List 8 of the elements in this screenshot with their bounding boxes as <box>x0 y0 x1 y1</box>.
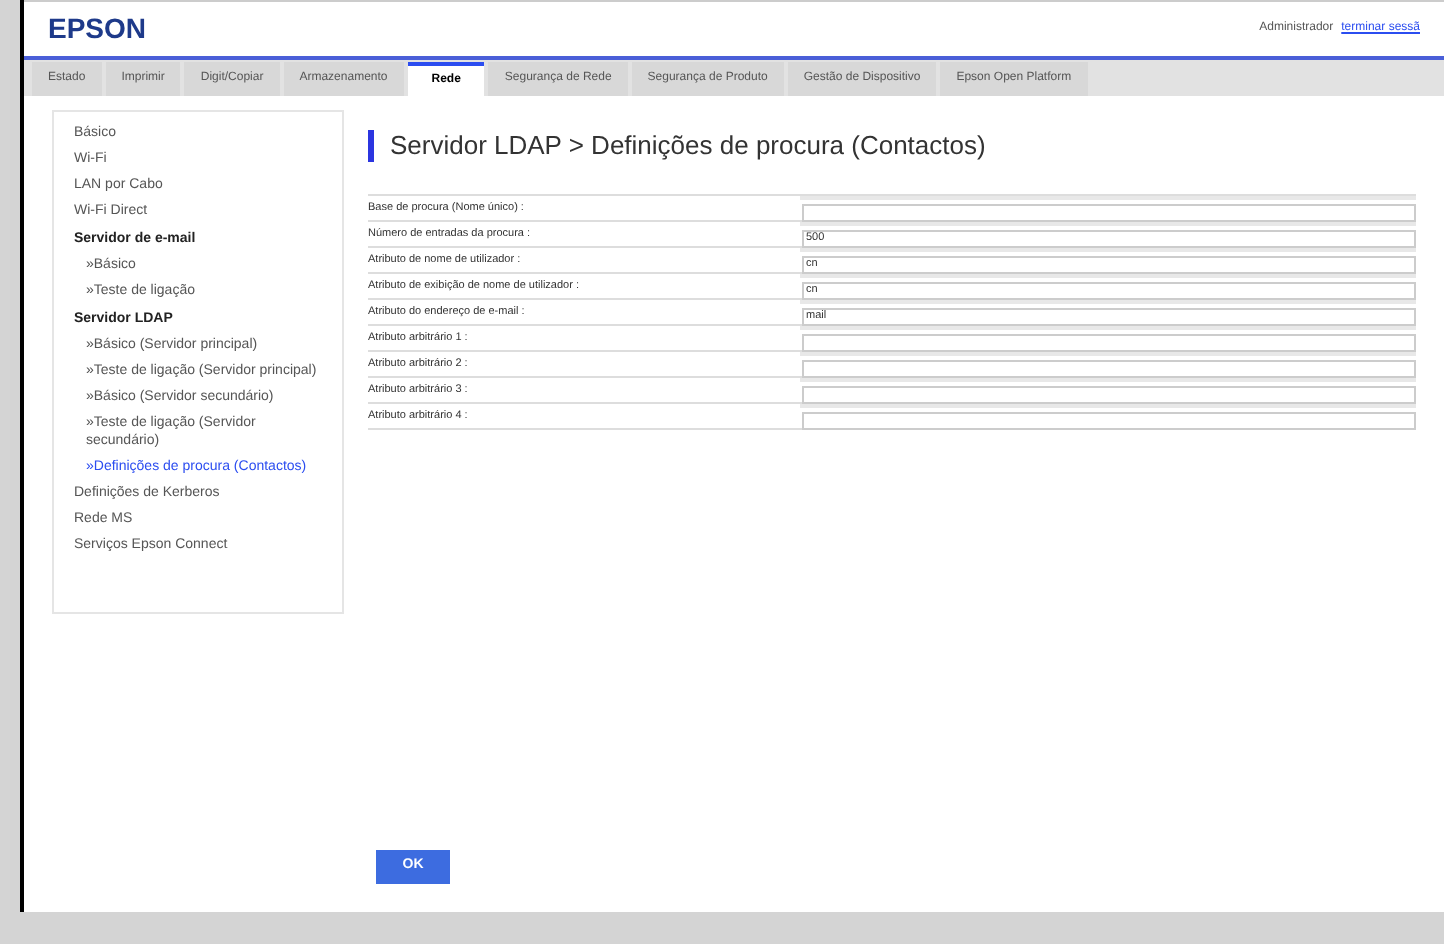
text-field[interactable] <box>802 385 1416 403</box>
text-field[interactable] <box>802 359 1416 377</box>
text-field[interactable] <box>802 203 1416 221</box>
epson-logo: EPSON <box>48 10 147 48</box>
text-field[interactable] <box>802 411 1416 429</box>
text-field[interactable] <box>802 333 1416 351</box>
title-accent-bar <box>368 129 374 162</box>
page-title: Servidor LDAP > Definições de procura (Contactos) <box>390 128 986 164</box>
